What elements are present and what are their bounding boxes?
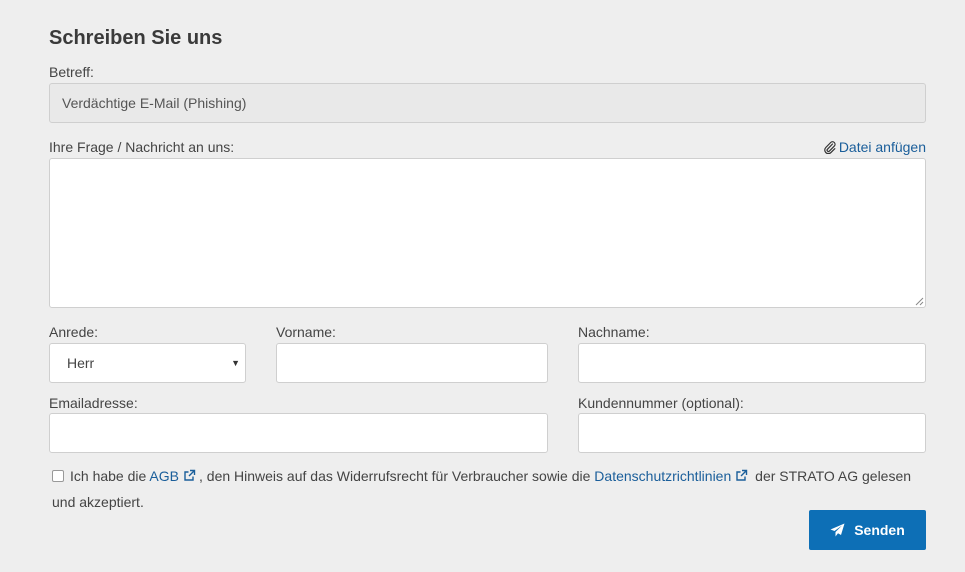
agb-link[interactable]: AGB — [149, 468, 179, 484]
consent-text-middle: , den Hinweis auf das Widerrufsrecht für… — [199, 468, 591, 484]
page-title: Schreiben Sie uns — [49, 27, 223, 49]
salutation-value: Herr — [67, 355, 95, 371]
firstname-field[interactable] — [276, 343, 548, 383]
attach-file-link[interactable]: Datei anfügen — [823, 139, 926, 155]
lastname-field[interactable] — [578, 343, 926, 383]
paper-plane-icon — [830, 523, 845, 537]
consent-row: Ich habe die AGB , den Hinweis auf das W… — [52, 463, 912, 515]
salutation-select[interactable]: Herr ▼ — [49, 343, 246, 383]
attach-file-label: Datei anfügen — [838, 139, 926, 155]
message-label: Ihre Frage / Nachricht an uns: — [49, 139, 235, 155]
paperclip-icon — [823, 140, 836, 154]
salutation-label: Anrede: — [49, 324, 99, 340]
customer-number-label: Kundennummer (optional): — [578, 395, 744, 411]
chevron-down-icon: ▼ — [231, 358, 240, 368]
customer-number-field[interactable] — [578, 413, 926, 453]
external-link-icon — [184, 469, 196, 481]
send-button[interactable]: Senden — [809, 510, 926, 550]
resize-grip-icon[interactable] — [914, 296, 924, 306]
lastname-label: Nachname: — [578, 324, 650, 340]
subject-value: Verdächtige E-Mail (Phishing) — [62, 95, 247, 111]
consent-checkbox[interactable] — [52, 470, 64, 482]
consent-text-before: Ich habe die — [70, 468, 147, 484]
email-field[interactable] — [49, 413, 548, 453]
message-textarea[interactable] — [49, 158, 926, 308]
subject-field[interactable]: Verdächtige E-Mail (Phishing) — [49, 83, 926, 123]
send-label: Senden — [854, 522, 905, 538]
privacy-link[interactable]: Datenschutzrichtlinien — [594, 468, 731, 484]
firstname-label: Vorname: — [276, 324, 336, 340]
subject-label: Betreff: — [49, 64, 94, 80]
email-label: Emailadresse: — [49, 395, 138, 411]
external-link-icon — [736, 469, 748, 481]
